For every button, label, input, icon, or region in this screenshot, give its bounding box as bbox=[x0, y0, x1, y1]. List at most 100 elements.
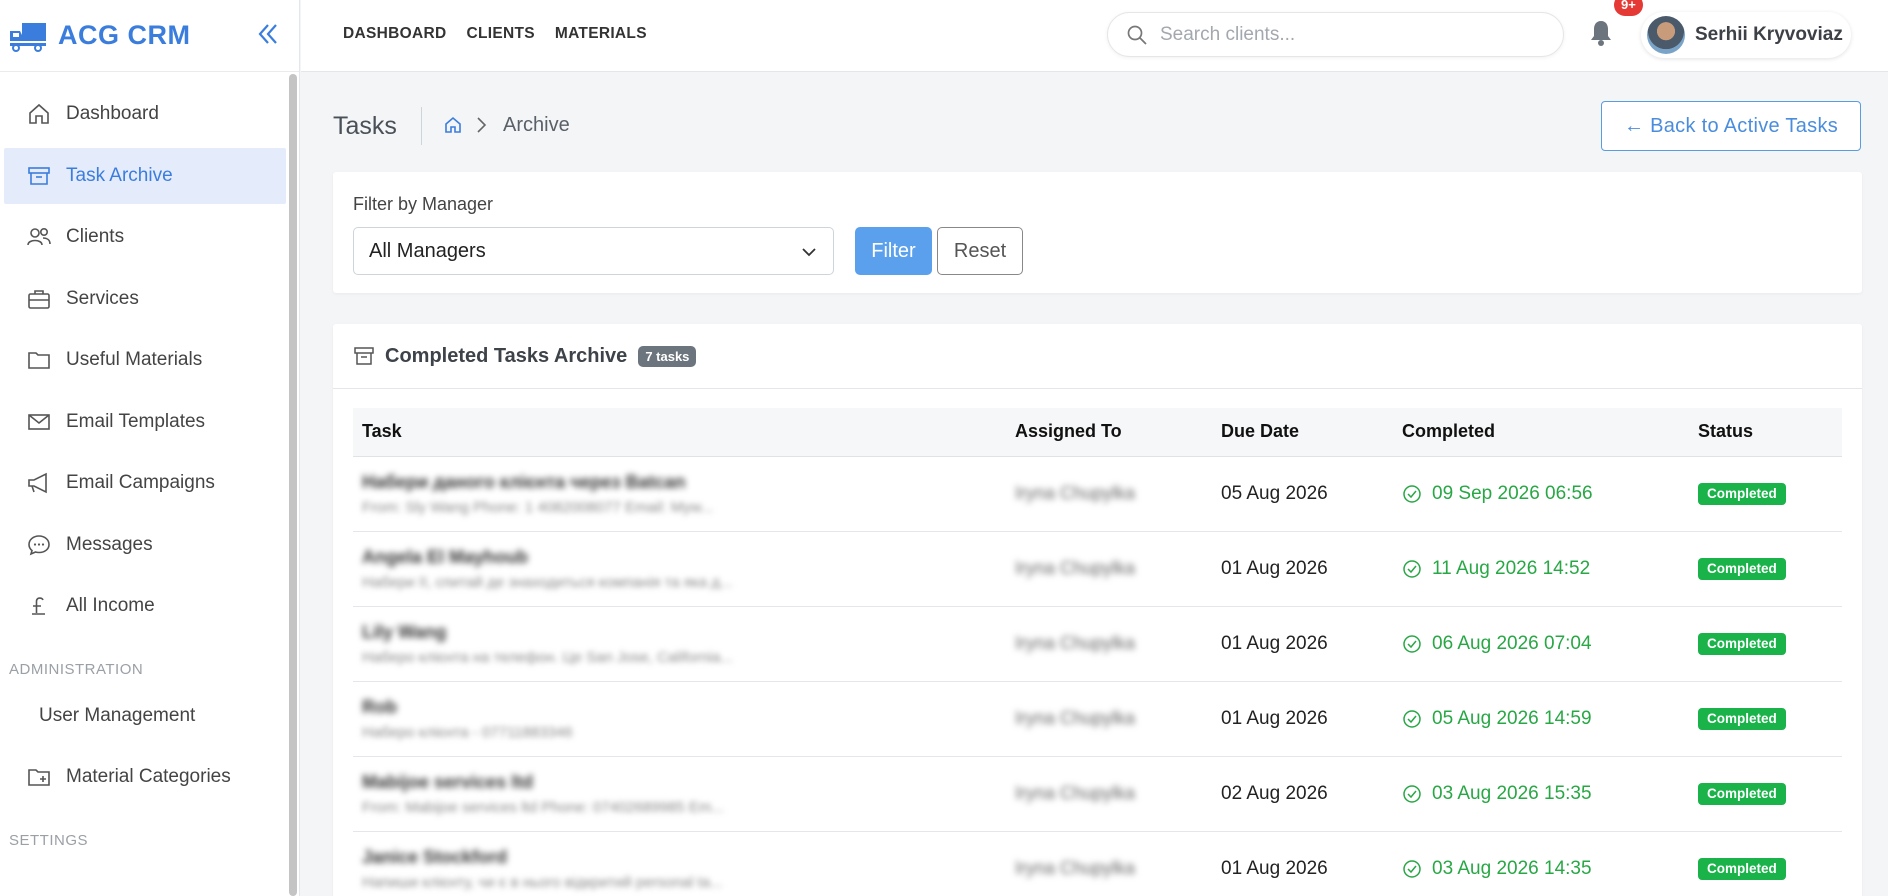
envelope-icon bbox=[28, 413, 50, 430]
sidebar-item-label: All Income bbox=[66, 595, 155, 616]
sidebar-item-clients[interactable]: Clients bbox=[4, 209, 286, 265]
table-row[interactable]: Rob Наберо клієнта - 07711883346 Iryna Ch… bbox=[353, 681, 1842, 756]
task-count-badge: 7 tasks bbox=[638, 345, 697, 367]
sidebar-item-label: Dashboard bbox=[66, 103, 159, 124]
sidebar-item-email-campaigns[interactable]: Email Campaigns bbox=[4, 455, 286, 511]
task-subtitle: From: Mabijoe services ltd Phone: 074026… bbox=[362, 798, 724, 816]
table-row[interactable]: Mabijoe services ltd From: Mabijoe servic… bbox=[353, 756, 1842, 831]
due-date: 05 Aug 2026 bbox=[1221, 482, 1328, 504]
task-title[interactable]: Rob bbox=[362, 697, 1006, 718]
table-row[interactable]: Janice Stockford Напиши клієнту, чи є в н… bbox=[353, 831, 1842, 896]
sidebar-item-label: Services bbox=[66, 287, 139, 309]
due-date: 01 Aug 2026 bbox=[1221, 632, 1328, 654]
assignee: Iryna Chupylka bbox=[1015, 482, 1136, 503]
pound-icon bbox=[32, 597, 45, 615]
archive-title: Completed Tasks Archive bbox=[385, 344, 628, 367]
archive-icon bbox=[354, 347, 374, 365]
notification-badge: 9+ bbox=[1614, 0, 1643, 16]
collapse-sidebar-icon[interactable] bbox=[254, 20, 282, 48]
breadcrumb-current: Archive bbox=[503, 114, 570, 136]
table-row[interactable]: Angela El Mayhoub Набери її, спитай де зн… bbox=[353, 531, 1842, 606]
task-subtitle: Набери її, спитай де знаходиться компані… bbox=[362, 573, 733, 591]
status-badge: Completed bbox=[1698, 483, 1786, 505]
sidebar-item-all-income[interactable]: All Income bbox=[4, 578, 286, 634]
check-circle-icon bbox=[1403, 784, 1421, 803]
topnav-materials[interactable]: MATERIALS bbox=[555, 25, 647, 43]
home-icon bbox=[29, 103, 49, 124]
archive-card-header: Completed Tasks Archive 7 tasks bbox=[333, 324, 1862, 389]
back-to-active-tasks-button[interactable]: ← Back to Active Tasks bbox=[1601, 101, 1861, 151]
section-settings: SETTINGS bbox=[9, 831, 89, 849]
task-title[interactable]: Набери даного клієнта через Batcan bbox=[362, 472, 1006, 493]
topnav-dashboard[interactable]: DASHBOARD bbox=[343, 25, 446, 43]
topnav-clients[interactable]: CLIENTS bbox=[466, 25, 534, 43]
home-icon[interactable] bbox=[443, 115, 463, 135]
task-title[interactable]: Mabijoe services ltd bbox=[362, 772, 1006, 793]
check-circle-icon bbox=[1403, 859, 1421, 878]
reset-button[interactable]: Reset bbox=[937, 227, 1023, 275]
truck-logo-icon bbox=[10, 22, 46, 52]
sidebar-item-material-categories[interactable]: Material Categories bbox=[4, 749, 286, 805]
table-row[interactable]: Lily Wang Наберо клієнта на телефон. Цe S… bbox=[353, 606, 1842, 681]
chat-icon bbox=[28, 534, 50, 555]
filter-button[interactable]: Filter bbox=[855, 227, 932, 275]
sidebar-item-useful-materials[interactable]: Useful Materials bbox=[4, 332, 286, 388]
task-subtitle: From: Sly Wang Phone: 1 4082008077 Email… bbox=[362, 498, 714, 516]
sidebar-item-dashboard[interactable]: Dashboard bbox=[4, 86, 286, 142]
user-menu[interactable]: Serhii Kryvoviaz bbox=[1641, 12, 1851, 58]
completed-date: 11 Aug 2026 14:52 bbox=[1432, 557, 1591, 579]
sidebar-item-task-archive[interactable]: Task Archive bbox=[4, 147, 286, 204]
status-badge: Completed bbox=[1698, 783, 1786, 805]
assignee: Iryna Chupylka bbox=[1015, 857, 1136, 878]
brand-name: ACG CRM bbox=[58, 20, 191, 50]
task-title[interactable]: Janice Stockford bbox=[362, 847, 1006, 868]
assignee: Iryna Chupylka bbox=[1015, 557, 1136, 578]
check-circle-icon bbox=[1403, 634, 1421, 653]
archive-card: Completed Tasks Archive 7 tasks Task Ass… bbox=[333, 324, 1862, 896]
due-date: 01 Aug 2026 bbox=[1221, 707, 1328, 729]
assignee: Iryna Chupylka bbox=[1015, 782, 1136, 803]
search-input[interactable] bbox=[1160, 23, 1540, 46]
task-subtitle: Наберо клієнта - 07711883346 bbox=[362, 723, 573, 741]
sidebar-item-services[interactable]: Services bbox=[4, 271, 286, 327]
completed-date: 05 Aug 2026 14:59 bbox=[1432, 707, 1592, 729]
check-circle-icon bbox=[1403, 484, 1421, 503]
top-nav: DASHBOARD CLIENTS MATERIALS bbox=[343, 25, 647, 43]
task-title[interactable]: Angela El Mayhoub bbox=[362, 547, 1006, 568]
sidebar-item-label: Material Categories bbox=[66, 766, 231, 787]
column-header-status[interactable]: Status bbox=[1689, 408, 1842, 457]
manager-select-value: All Managers bbox=[369, 239, 486, 262]
sidebar-item-user-management[interactable]: User Management bbox=[4, 688, 286, 744]
sidebar-scrollbar[interactable] bbox=[289, 74, 297, 896]
briefcase-icon bbox=[28, 289, 50, 309]
sidebar-item-email-templates[interactable]: Email Templates bbox=[4, 394, 286, 450]
sidebar-nav: Dashboard Task Archive Clients Services … bbox=[0, 86, 290, 859]
completed-date: 03 Aug 2026 15:35 bbox=[1432, 782, 1592, 804]
completed-date: 03 Aug 2026 14:35 bbox=[1432, 857, 1592, 879]
assignee: Iryna Chupylka bbox=[1015, 632, 1136, 653]
user-name: Serhii Kryvoviaz bbox=[1695, 24, 1843, 45]
sidebar-item-label: Messages bbox=[66, 533, 153, 555]
folder-plus-icon bbox=[28, 769, 50, 786]
status-badge: Completed bbox=[1698, 558, 1786, 580]
archive-table: Task Assigned To Due Date Completed Stat… bbox=[353, 408, 1842, 896]
due-date: 01 Aug 2026 bbox=[1221, 557, 1328, 579]
check-circle-icon bbox=[1403, 709, 1421, 728]
sidebar-item-messages[interactable]: Messages bbox=[4, 517, 286, 573]
sidebar-item-label: Task Archive bbox=[66, 164, 173, 186]
chevron-right-icon bbox=[477, 117, 487, 133]
task-subtitle: Напиши клієнту, чи є в нього відкритий p… bbox=[362, 873, 723, 891]
task-title[interactable]: Lily Wang bbox=[362, 622, 1006, 643]
sidebar-item-label: Email Templates bbox=[66, 410, 206, 432]
bell-icon[interactable] bbox=[1587, 18, 1615, 48]
manager-select[interactable]: All Managers bbox=[353, 227, 834, 275]
column-header-assigned[interactable]: Assigned To bbox=[1006, 408, 1212, 457]
column-header-completed[interactable]: Completed bbox=[1393, 408, 1689, 457]
table-row[interactable]: Набери даного клієнта через Batcan From: … bbox=[353, 456, 1842, 531]
filter-label: Filter by Manager bbox=[353, 194, 494, 214]
column-header-task[interactable]: Task bbox=[353, 408, 1006, 457]
column-header-due[interactable]: Due Date bbox=[1212, 408, 1393, 457]
completed-date: 09 Sep 2026 06:56 bbox=[1432, 482, 1593, 504]
search-icon bbox=[1127, 25, 1147, 45]
archive-icon bbox=[28, 166, 50, 185]
